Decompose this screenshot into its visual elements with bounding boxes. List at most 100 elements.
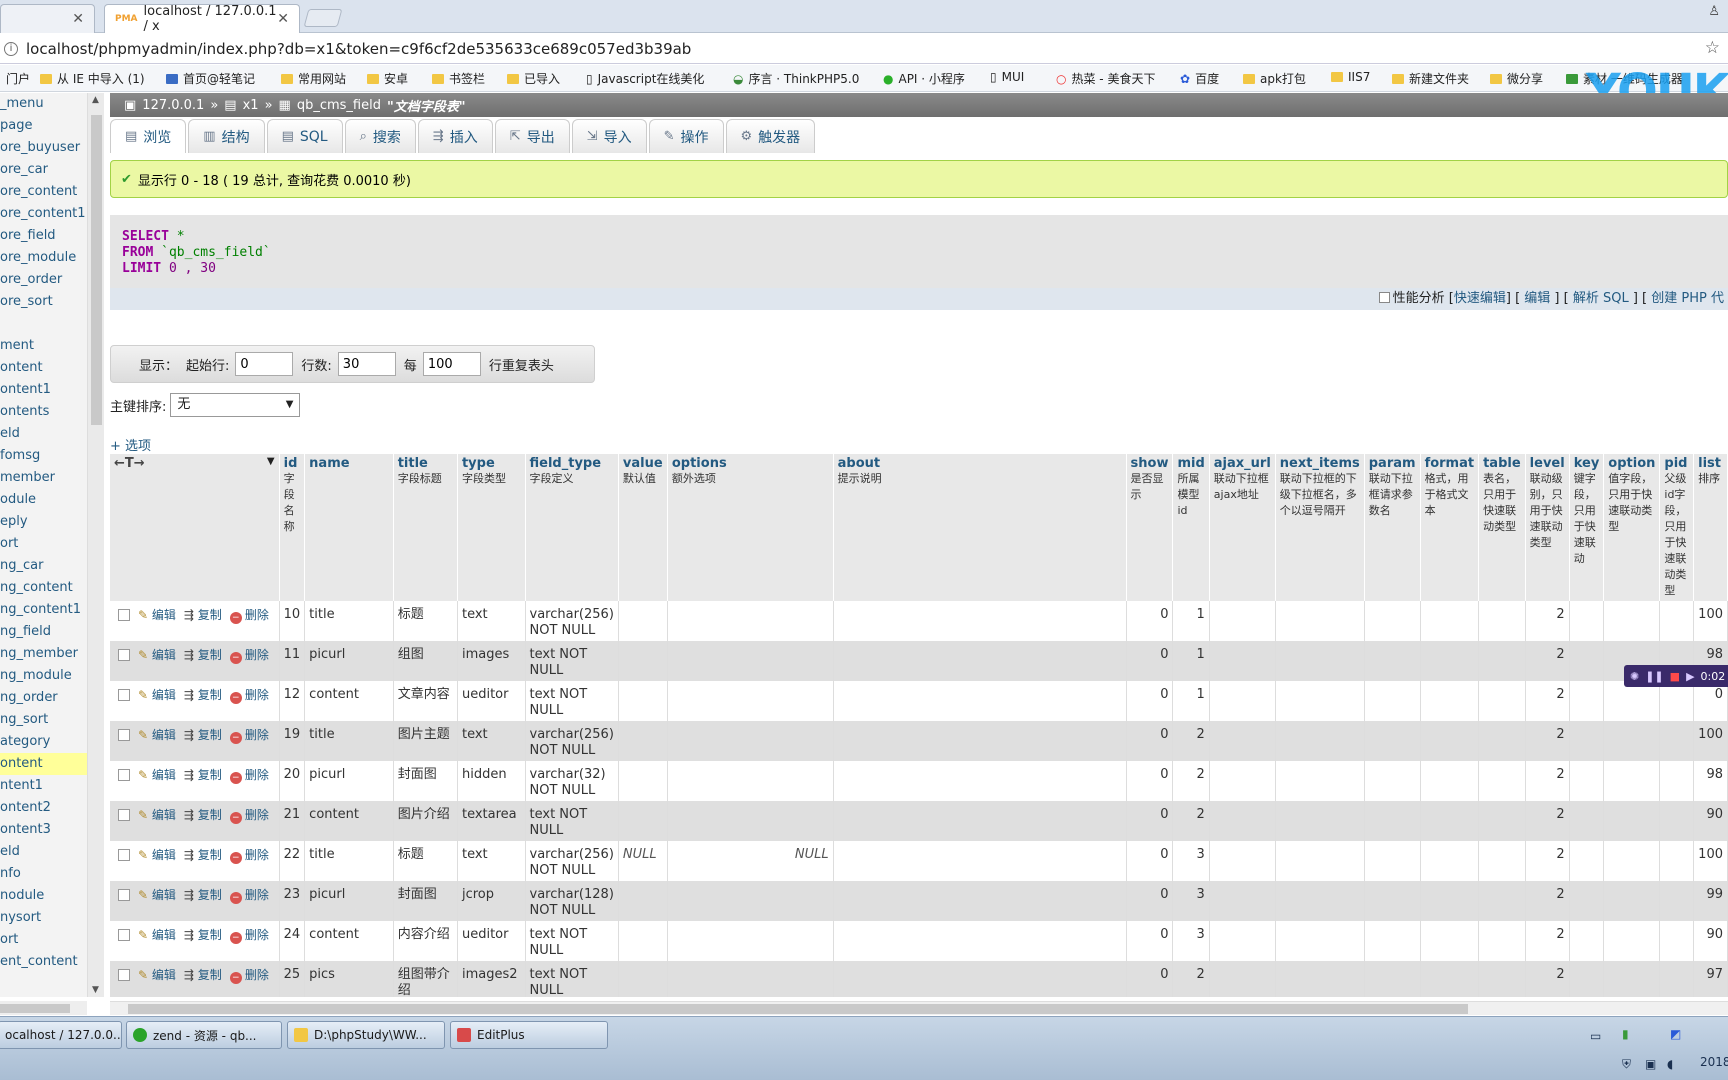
column-name[interactable]: table bbox=[1483, 456, 1521, 471]
cell-title[interactable]: 组图带介绍 bbox=[393, 961, 458, 997]
copy-action[interactable]: ⇶ 复制 bbox=[184, 768, 222, 782]
cell-id[interactable]: 25 bbox=[279, 961, 306, 997]
cell-level[interactable]: 2 bbox=[1525, 601, 1570, 641]
cell-level[interactable]: 2 bbox=[1525, 881, 1570, 921]
row-checkbox[interactable] bbox=[118, 729, 130, 741]
delete-action[interactable]: − 删除 bbox=[229, 768, 269, 784]
cell-type[interactable]: textarea bbox=[457, 801, 526, 841]
cell-next_items[interactable] bbox=[1275, 881, 1365, 921]
pause-icon[interactable]: ❚❚ bbox=[1645, 670, 1663, 683]
cell-options[interactable] bbox=[667, 641, 834, 681]
sidebar-item[interactable]: ore_buyuser bbox=[0, 137, 87, 159]
delete-action[interactable]: − 删除 bbox=[229, 888, 269, 904]
cell-value[interactable] bbox=[618, 921, 668, 961]
cell-option[interactable] bbox=[1603, 681, 1661, 721]
cell-next_items[interactable] bbox=[1275, 601, 1365, 641]
column-name[interactable]: option bbox=[1608, 456, 1655, 471]
column-name[interactable]: value bbox=[623, 456, 663, 471]
cell-ajax_url[interactable] bbox=[1209, 841, 1276, 881]
cell-name[interactable]: title bbox=[304, 841, 394, 881]
tab-insert[interactable]: ⇶ 插入 bbox=[417, 119, 493, 153]
edit-action[interactable]: ✎ 编辑 bbox=[138, 688, 176, 702]
taskbar-item[interactable]: ocalhost / 127.0.0.... bbox=[0, 1021, 122, 1049]
cell-options[interactable] bbox=[667, 921, 834, 961]
column-name[interactable]: param bbox=[1369, 456, 1416, 471]
chevron-down-icon[interactable]: ▼ bbox=[267, 456, 275, 467]
cell-option[interactable] bbox=[1603, 761, 1661, 801]
delete-action[interactable]: − 删除 bbox=[229, 688, 269, 704]
sidebar-item[interactable]: ontent1 bbox=[0, 379, 87, 401]
bookmark-item[interactable]: 书签栏 bbox=[432, 70, 485, 87]
sidebar-item[interactable]: ntent1 bbox=[0, 775, 87, 797]
cell-param[interactable] bbox=[1364, 681, 1421, 721]
cell-title[interactable]: 标题 bbox=[393, 601, 458, 641]
bookmark-item[interactable]: 安卓 bbox=[367, 70, 408, 87]
cell-value[interactable] bbox=[618, 761, 668, 801]
cell-field_type[interactable]: varchar(256) NOT NULL bbox=[525, 841, 619, 881]
cell-pid[interactable] bbox=[1659, 601, 1695, 641]
bookmark-item[interactable]: 门户 bbox=[6, 70, 30, 87]
cell-type[interactable]: images2 bbox=[457, 961, 526, 997]
cell-type[interactable]: text bbox=[457, 721, 526, 761]
column-name[interactable]: format bbox=[1425, 456, 1475, 471]
cell-type[interactable]: text bbox=[457, 601, 526, 641]
rows-input[interactable] bbox=[337, 352, 396, 376]
bookmark-item[interactable]: 首页@轻笔记 bbox=[166, 70, 255, 87]
cell-table[interactable] bbox=[1478, 761, 1526, 801]
cell-key[interactable] bbox=[1569, 721, 1605, 761]
cell-param[interactable] bbox=[1364, 721, 1421, 761]
navigation-horizontal-scrollbar[interactable] bbox=[0, 1001, 87, 1015]
cell-field_type[interactable]: varchar(256) NOT NULL bbox=[525, 601, 619, 641]
browser-tab-active[interactable]: PMA localhost / 127.0.0.1 / x ✕ bbox=[104, 4, 300, 34]
row-checkbox[interactable] bbox=[118, 689, 130, 701]
cell-pid[interactable] bbox=[1659, 721, 1695, 761]
cell-option[interactable] bbox=[1603, 961, 1661, 997]
bookmark-item[interactable]: apk打包 bbox=[1243, 70, 1306, 87]
cell-ajax_url[interactable] bbox=[1209, 921, 1276, 961]
cell-id[interactable]: 10 bbox=[279, 601, 306, 641]
copy-action[interactable]: ⇶ 复制 bbox=[184, 608, 222, 622]
sidebar-item[interactable]: _menu bbox=[0, 93, 87, 115]
cell-param[interactable] bbox=[1364, 601, 1421, 641]
cell-list[interactable]: 99 bbox=[1693, 881, 1728, 921]
stop-icon[interactable]: ■ bbox=[1670, 670, 1680, 683]
copy-action[interactable]: ⇶ 复制 bbox=[184, 928, 222, 942]
cell-format[interactable] bbox=[1420, 881, 1480, 921]
cell-options[interactable] bbox=[667, 721, 834, 761]
cell-list[interactable]: 98 bbox=[1693, 761, 1728, 801]
cell-format[interactable] bbox=[1420, 801, 1480, 841]
cell-title[interactable]: 图片主题 bbox=[393, 721, 458, 761]
cell-mid[interactable]: 2 bbox=[1172, 721, 1210, 761]
tab-sql[interactable]: ▤ SQL bbox=[266, 119, 343, 153]
cell-format[interactable] bbox=[1420, 841, 1480, 881]
column-header-level[interactable]: level 联动级别，只用于快速联动类型 bbox=[1525, 454, 1570, 601]
cell-table[interactable] bbox=[1478, 801, 1526, 841]
address-bar[interactable]: i localhost/phpmyadmin/index.php?db=x1&t… bbox=[0, 34, 1728, 64]
close-icon[interactable]: ✕ bbox=[72, 11, 84, 27]
cell-about[interactable] bbox=[833, 641, 1127, 681]
cell-title[interactable]: 组图 bbox=[393, 641, 458, 681]
bookmark-item[interactable]: 微分享 bbox=[1490, 70, 1543, 87]
cell-title[interactable]: 内容介绍 bbox=[393, 921, 458, 961]
sidebar-item[interactable]: ng_car bbox=[0, 555, 87, 577]
cell-key[interactable] bbox=[1569, 921, 1605, 961]
clock[interactable]: 2018 bbox=[1700, 1055, 1728, 1069]
column-header-type[interactable]: type 字段类型 bbox=[457, 454, 526, 601]
edit-sql-link[interactable]: 编辑 bbox=[1524, 291, 1550, 306]
delete-action[interactable]: − 删除 bbox=[229, 968, 269, 984]
edit-action[interactable]: ✎ 编辑 bbox=[138, 808, 176, 822]
delete-action[interactable]: − 删除 bbox=[229, 728, 269, 744]
cell-options[interactable] bbox=[667, 681, 834, 721]
cell-type[interactable]: ueditor bbox=[457, 681, 526, 721]
column-name[interactable]: id bbox=[284, 456, 301, 471]
column-header-title[interactable]: title 字段标题 bbox=[393, 454, 458, 601]
cell-ajax_url[interactable] bbox=[1209, 721, 1276, 761]
cell-key[interactable] bbox=[1569, 681, 1605, 721]
cell-show[interactable]: 0 bbox=[1126, 721, 1174, 761]
column-header-format[interactable]: format 格式，用于格式文本 bbox=[1420, 454, 1480, 601]
sidebar-item[interactable]: page bbox=[0, 115, 87, 137]
cell-options[interactable]: NULL bbox=[667, 841, 834, 881]
cell-pid[interactable] bbox=[1659, 881, 1695, 921]
cell-level[interactable]: 2 bbox=[1525, 961, 1570, 997]
column-name[interactable]: name bbox=[309, 456, 389, 471]
